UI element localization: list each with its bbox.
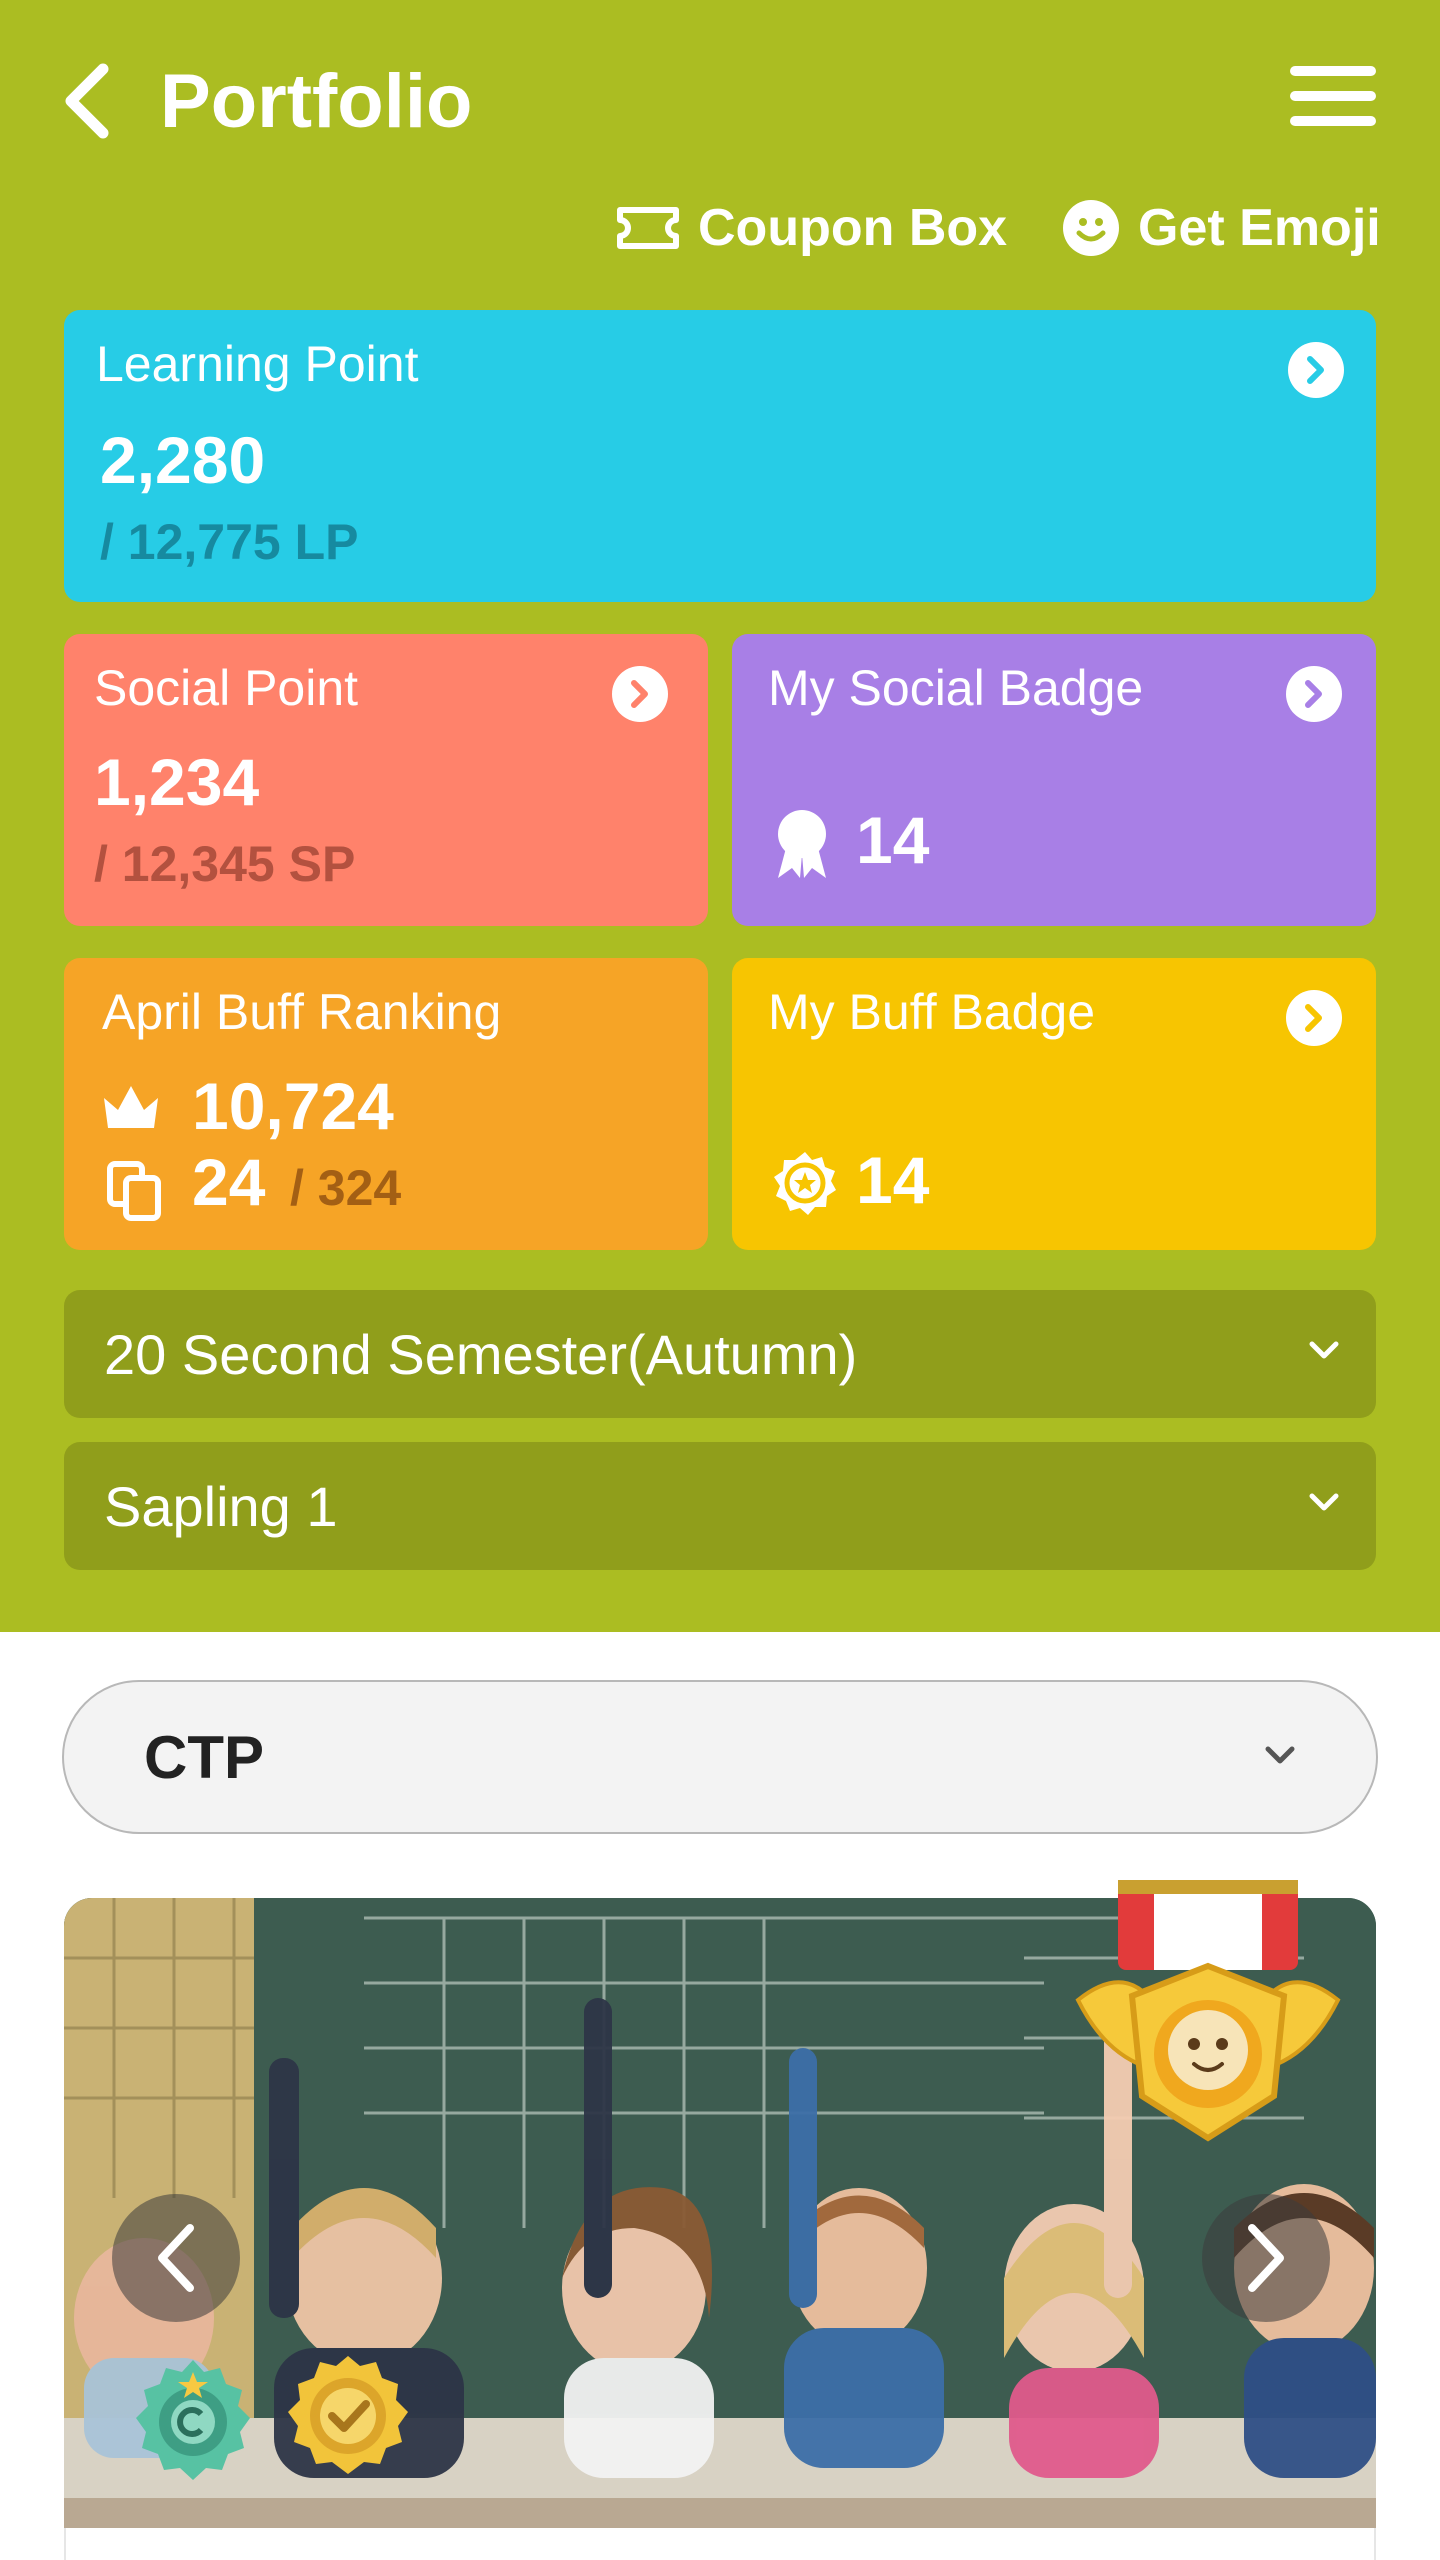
chevron-right-icon [1307,356,1324,384]
learning-point-arrow[interactable] [1288,342,1344,398]
social-point-value: 1,234 [94,745,260,819]
chevron-down-icon [1265,1746,1295,1764]
get-emoji-link[interactable]: Get Emoji [1062,188,1381,268]
buff-badge-arrow[interactable] [1286,990,1342,1046]
crown-icon [104,1086,158,1128]
social-badge-count: 14 [856,803,930,877]
learning-point-card[interactable]: Learning Point 2,280 / 12,775 LP [64,310,1376,602]
buff-ranking-count: 24 [192,1145,266,1219]
chevron-left-icon [158,2224,194,2292]
level-select[interactable]: Sapling 1 [64,1442,1376,1570]
teachers-pick-badge-icon [288,2356,408,2474]
chevron-right-icon [1305,680,1322,708]
coupon-box-label: Coupon Box [698,199,1008,257]
level-value: Sapling 1 [104,1474,338,1538]
chevron-down-icon [1309,1341,1339,1359]
menu-button[interactable] [1290,62,1376,130]
carousel-prev-button[interactable] [112,2194,240,2322]
category-select[interactable]: CTP [62,1680,1378,1834]
smiley-icon [1063,200,1119,256]
ticket-icon [617,207,679,249]
card-bottom [64,2528,1376,2560]
category-value: CTP [144,1723,264,1791]
buff-badge-label: My Buff Badge [768,984,1096,1040]
chevron-left-icon [65,63,109,139]
page-title: Portfolio [160,59,473,144]
buff-ranking-card[interactable]: April Buff Ranking 10,724 24 / 324 [64,958,708,1250]
coupon-box-link[interactable]: Coupon Box [616,188,1007,268]
social-point-total: / 12,345 SP [94,836,356,892]
buff-ranking-rank: 10,724 [192,1069,394,1143]
chevron-right-icon [1248,2224,1284,2292]
star-seal-icon [774,1152,836,1215]
buff-badge-card[interactable]: My Buff Badge 14 [732,958,1376,1250]
buff-badge-count: 14 [856,1143,930,1217]
carousel-next-button[interactable] [1202,2194,1330,2322]
semester-select[interactable]: 20 Second Semester(Autumn) [64,1290,1376,1418]
social-point-label: Social Point [94,660,359,716]
copy-icon [107,1161,161,1221]
social-badge-card[interactable]: My Social Badge 14 [732,634,1376,926]
ribbon-badge-icon [778,810,826,878]
back-button[interactable] [52,56,122,146]
buff-ranking-total: / 324 [290,1160,402,1216]
learning-point-total: / 12,775 LP [100,514,359,570]
learning-point-value: 2,280 [100,423,266,497]
hamburger-menu-icon [1290,66,1376,76]
chevron-right-icon [1305,1004,1322,1032]
social-badge-arrow[interactable] [1286,666,1342,722]
get-emoji-label: Get Emoji [1138,199,1381,257]
chevron-right-icon [631,680,648,708]
chevron-down-icon [1309,1493,1339,1511]
buff-ranking-label: April Buff Ranking [102,984,502,1040]
social-badge-label: My Social Badge [768,660,1144,716]
social-point-card[interactable]: Social Point 1,234 / 12,345 SP [64,634,708,926]
gold-medal-icon [1075,1880,1341,2142]
social-point-arrow[interactable] [612,666,668,722]
c-star-badge-icon [136,2360,250,2480]
semester-value: 20 Second Semester(Autumn) [104,1322,858,1386]
learning-point-label: Learning Point [96,336,419,392]
